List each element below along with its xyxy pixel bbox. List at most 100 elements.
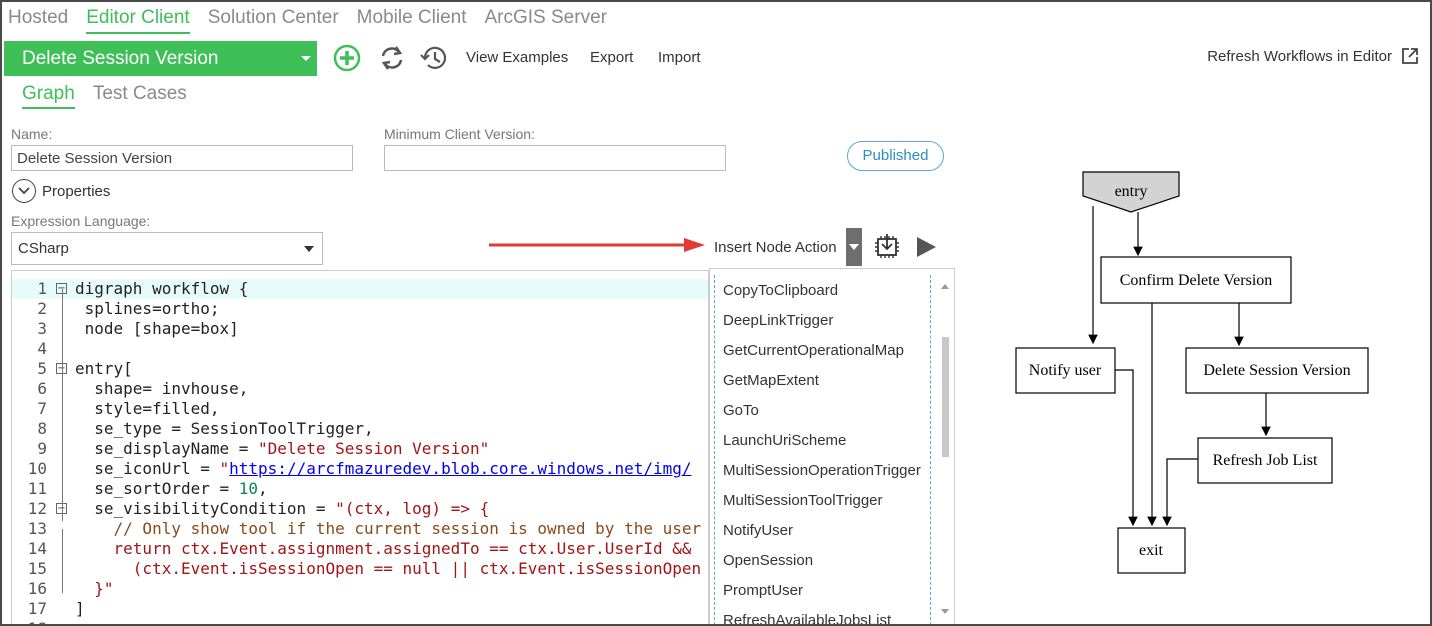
external-link-icon[interactable]	[1400, 46, 1420, 66]
graph-node-exit-label: exit	[1139, 542, 1164, 559]
chevron-down-icon	[301, 56, 311, 61]
code-line[interactable]: 4	[12, 339, 708, 359]
code-text: entry[	[75, 359, 133, 379]
export-link[interactable]: Export	[590, 49, 633, 66]
min-client-input[interactable]	[384, 145, 726, 171]
graph-node-entry: entry	[1082, 171, 1180, 213]
import-link[interactable]: Import	[658, 49, 701, 66]
list-item[interactable]: CopyToClipboard	[723, 282, 838, 299]
list-item[interactable]: MultiSessionOperationTrigger	[723, 462, 921, 479]
code-token-link[interactable]: https://arcfmazuredev.blob.core.windows.…	[229, 459, 691, 478]
line-number: 3	[37, 319, 47, 338]
code-line[interactable]: 12− se_visibilityCondition = "(ctx, log)…	[12, 499, 708, 519]
code-line[interactable]: 13 // Only show tool if the current sess…	[12, 519, 708, 539]
tab-graph[interactable]: Graph	[22, 83, 75, 109]
code-line[interactable]: 8 se_type = SessionToolTrigger,	[12, 419, 708, 439]
code-text: style=filled,	[75, 399, 220, 419]
tab-solution-center[interactable]: Solution Center	[208, 6, 339, 34]
list-item[interactable]: NotifyUser	[723, 522, 793, 539]
code-text: return ctx.Event.assignment.assignedTo =…	[75, 539, 692, 559]
code-line[interactable]: 17]	[12, 599, 708, 619]
graph-node-notify-label: Notify user	[1029, 362, 1102, 379]
code-line[interactable]: 15 (ctx.Event.isSessionOpen == null || c…	[12, 559, 708, 579]
code-token-str: return ctx.Event.assignment.assignedTo =…	[75, 539, 692, 558]
refresh-workflows-link[interactable]: Refresh Workflows in Editor	[1207, 48, 1392, 65]
view-examples-link[interactable]: View Examples	[466, 49, 568, 66]
code-token-text: shape= invhouse,	[75, 379, 249, 398]
list-item[interactable]: GoTo	[723, 402, 759, 419]
download-chip-icon[interactable]	[872, 231, 902, 261]
tab-test-cases[interactable]: Test Cases	[93, 83, 187, 109]
code-line[interactable]: 7 style=filled,	[12, 399, 708, 419]
code-editor[interactable]: 1−digraph workflow {2 splines=ortho;3 no…	[11, 270, 709, 624]
code-line[interactable]: 9 se_displayName = "Delete Session Versi…	[12, 439, 708, 459]
line-number: 5	[37, 359, 47, 378]
code-line[interactable]: 16 }"	[12, 579, 708, 599]
properties-toggle[interactable]: Properties	[12, 179, 110, 203]
line-number: 1	[37, 279, 47, 298]
code-token-pre: se_visibilityCondition =	[75, 499, 336, 518]
list-item[interactable]: OpenSession	[723, 552, 813, 569]
code-line[interactable]: 11 se_sortOrder = 10,	[12, 479, 708, 499]
code-token-num: 10	[238, 479, 259, 498]
list-item[interactable]: GetMapExtent	[723, 372, 819, 389]
code-text: digraph workflow {	[75, 279, 248, 299]
status-badge[interactable]: Published	[847, 141, 944, 171]
code-line[interactable]: 18	[12, 619, 708, 624]
graph-node-refresh-label: Refresh Job List	[1213, 452, 1318, 469]
min-client-label: Minimum Client Version:	[384, 126, 535, 142]
code-token-cmt: // Only show tool if the current session…	[75, 519, 702, 538]
code-text: se_displayName = "Delete Session Version…	[75, 439, 489, 459]
graph-node-confirm: Confirm Delete Version	[1100, 256, 1292, 304]
line-number: 14	[27, 539, 47, 558]
play-icon[interactable]	[914, 235, 938, 259]
graph-node-delete: Delete Session Version	[1185, 347, 1369, 394]
list-item[interactable]: DeepLinkTrigger	[723, 312, 833, 329]
tab-arcgis-server[interactable]: ArcGIS Server	[485, 6, 607, 34]
line-number: 4	[37, 339, 47, 358]
code-line[interactable]: 14 return ctx.Event.assignment.assignedT…	[12, 539, 708, 559]
code-line[interactable]: 1−digraph workflow {	[12, 279, 708, 299]
code-token-text: style=filled,	[75, 399, 220, 418]
product-tabs: Hosted Editor Client Solution Center Mob…	[8, 6, 625, 34]
code-text: }"	[75, 579, 113, 599]
insert-node-action-label[interactable]: Insert Node Action	[714, 239, 837, 256]
list-scrollbar[interactable]	[938, 277, 952, 621]
code-line[interactable]: 5−entry[	[12, 359, 708, 379]
code-text: se_visibilityCondition = "(ctx, log) => …	[75, 499, 489, 519]
history-icon[interactable]	[419, 43, 449, 73]
line-number: 13	[27, 519, 47, 538]
editor-tabs: Graph Test Cases	[22, 83, 205, 109]
list-item[interactable]: PromptUser	[723, 582, 803, 599]
name-input[interactable]	[11, 145, 353, 171]
tab-editor-client[interactable]: Editor Client	[86, 6, 190, 34]
sync-icon[interactable]	[377, 43, 407, 73]
list-item[interactable]: RefreshAvailableJobsList	[723, 612, 891, 624]
line-number: 6	[37, 379, 47, 398]
code-text: se_iconUrl = "https://arcfmazuredev.blob…	[75, 459, 691, 479]
list-item[interactable]: MultiSessionToolTrigger	[723, 492, 883, 509]
workflow-graph: entry Confirm Delete Version Notify user…	[1015, 171, 1369, 574]
line-number: 10	[27, 459, 47, 478]
insert-node-action-dropdown[interactable]	[846, 228, 862, 266]
code-text: // Only show tool if the current session…	[75, 519, 702, 539]
list-item[interactable]: GetCurrentOperationalMap	[723, 342, 904, 359]
code-line[interactable]: 2 splines=ortho;	[12, 299, 708, 319]
line-number: 16	[27, 579, 47, 598]
tab-hosted[interactable]: Hosted	[8, 6, 68, 34]
code-text: node [shape=box]	[75, 319, 239, 339]
expression-language-select[interactable]: CSharp	[11, 232, 323, 265]
code-line[interactable]: 6 shape= invhouse,	[12, 379, 708, 399]
scrollbar-thumb[interactable]	[942, 337, 949, 457]
list-item[interactable]: LaunchUriScheme	[723, 432, 846, 449]
code-text: ]	[75, 599, 85, 619]
tab-mobile-client[interactable]: Mobile Client	[357, 6, 467, 34]
fold-guide	[62, 369, 63, 521]
code-line[interactable]: 10 se_iconUrl = "https://arcfmazuredev.b…	[12, 459, 708, 479]
add-icon[interactable]	[332, 43, 362, 73]
workflow-select[interactable]: Delete Session Version	[4, 41, 317, 76]
code-text: se_sortOrder = 10,	[75, 479, 267, 499]
node-action-list[interactable]: CopyToClipboard DeepLinkTrigger GetCurrent…	[709, 268, 955, 624]
code-token-str: "Delete Session Version"	[258, 439, 490, 458]
code-line[interactable]: 3 node [shape=box]	[12, 319, 708, 339]
